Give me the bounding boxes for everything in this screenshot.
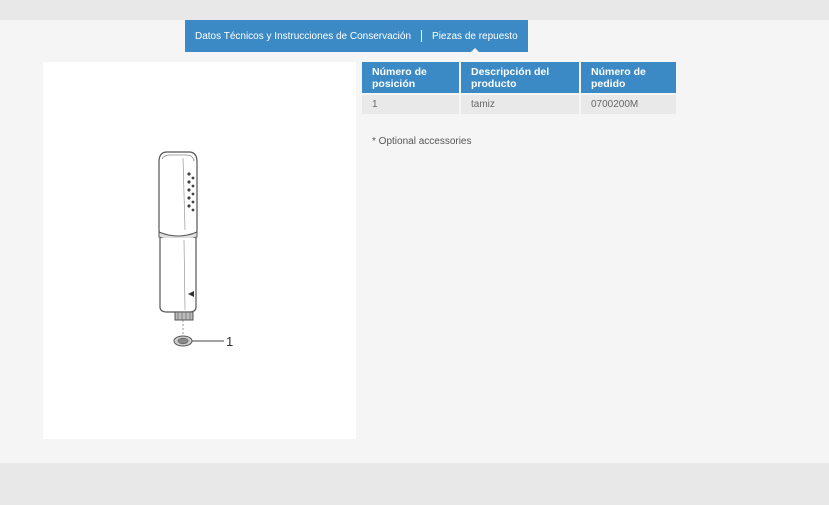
header-order-number: Número de pedido — [581, 62, 676, 93]
footer-strip — [0, 463, 829, 505]
callout-number-1: 1 — [226, 334, 234, 349]
cell-order-number: 0700200M — [581, 93, 676, 114]
shower-head — [158, 151, 198, 238]
header-position-number: Número de posición — [362, 62, 461, 93]
tab-bar: Datos Técnicos y Instrucciones de Conser… — [185, 20, 528, 53]
tab-spare-parts[interactable]: Piezas de repuesto — [432, 31, 518, 53]
cell-description: tamiz — [461, 93, 581, 114]
spare-parts-table: Número de posición Descripción del produ… — [362, 62, 676, 114]
product-drawing-panel: 1 — [43, 62, 356, 439]
table-header-row: Número de posición Descripción del produ… — [362, 62, 676, 93]
top-strip — [0, 0, 829, 20]
table-row: 1 tamiz 0700200M — [362, 93, 676, 114]
shower-handle — [159, 238, 197, 313]
tab-separator — [421, 30, 423, 42]
optional-accessories-note: * Optional accessories — [372, 136, 472, 147]
header-product-description: Descripción del producto — [461, 62, 581, 93]
cell-position: 1 — [362, 93, 461, 114]
tab-technical-data[interactable]: Datos Técnicos y Instrucciones de Conser… — [195, 31, 411, 42]
hand-shower-drawing — [158, 151, 224, 347]
